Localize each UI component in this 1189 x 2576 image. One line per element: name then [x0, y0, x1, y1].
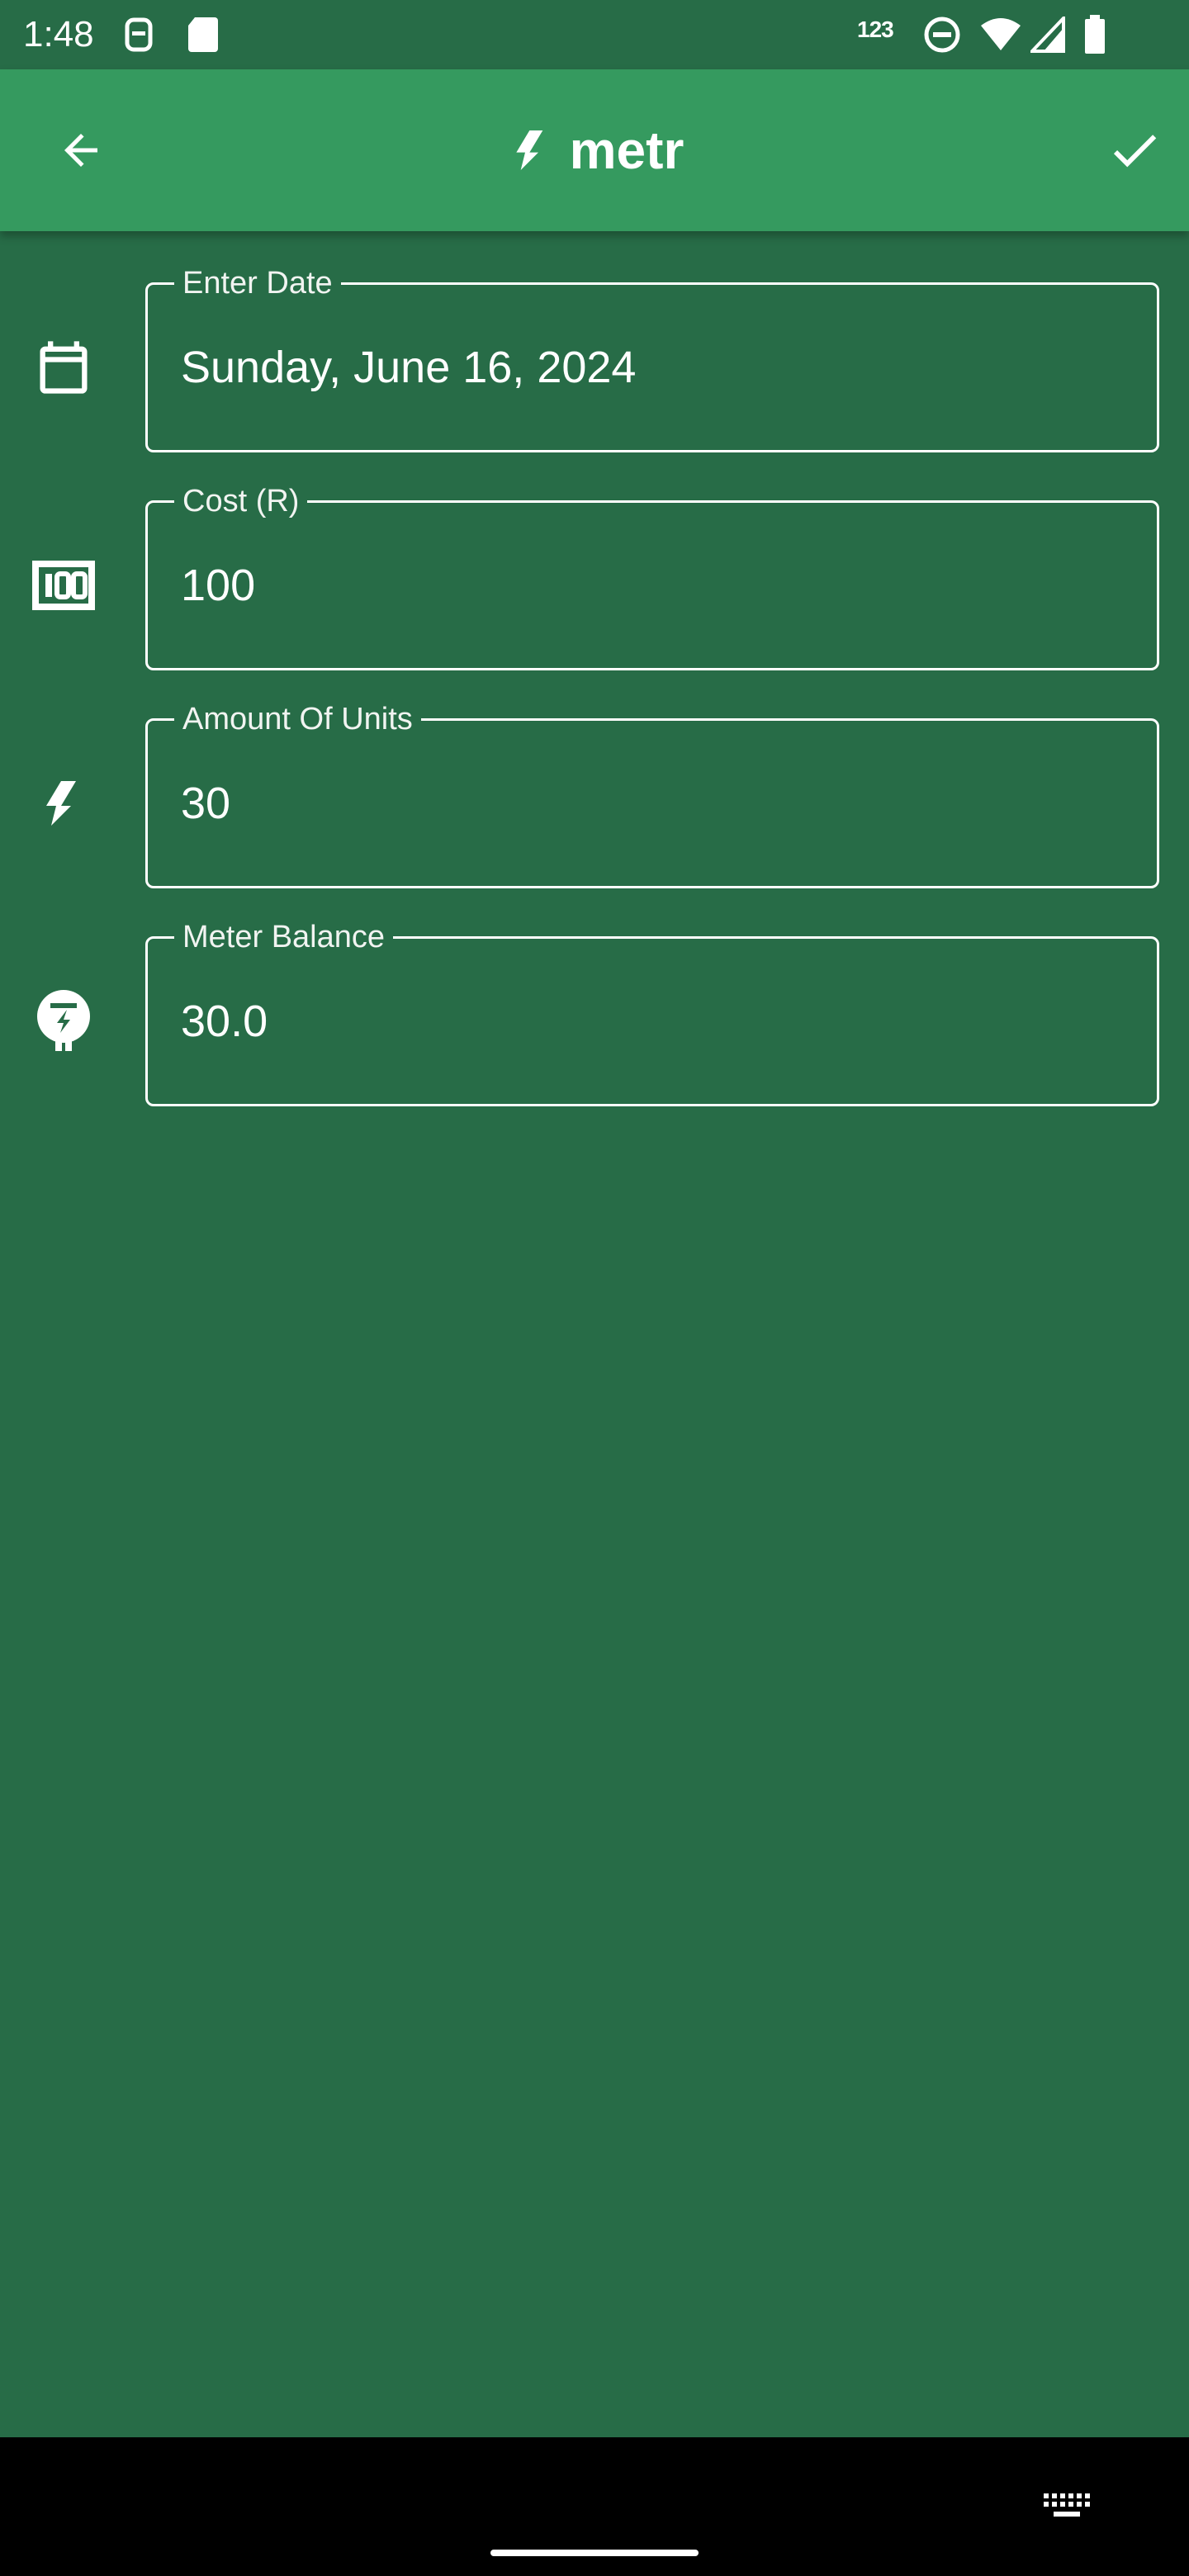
cost-field[interactable]: Cost (R) 100	[145, 483, 1159, 670]
balance-row: Meter Balance 30.0	[0, 919, 1189, 1106]
cost-row: Cost (R) 100	[0, 483, 1189, 670]
balance-field[interactable]: Meter Balance 30.0	[145, 919, 1159, 1106]
wifi-icon	[979, 13, 1022, 56]
money-icon	[30, 552, 97, 619]
date-field-value[interactable]: Sunday, June 16, 2024	[181, 285, 1124, 450]
meter-icon	[30, 987, 97, 1055]
signal-icon	[1030, 13, 1065, 56]
date-row: Enter Date Sunday, June 16, 2024	[0, 265, 1189, 452]
sd-card-icon	[187, 13, 220, 56]
units-field[interactable]: Amount Of Units 30	[145, 701, 1159, 888]
app-title-text: metr	[569, 121, 685, 180]
do-not-disturb-icon	[923, 13, 961, 56]
home-indicator[interactable]	[490, 2550, 699, 2556]
units-row: Amount Of Units 30	[0, 701, 1189, 888]
app-bar: metr	[0, 69, 1189, 231]
network-type-label: 123	[857, 17, 894, 42]
status-bar: 1:48 123	[0, 0, 1189, 69]
units-field-value[interactable]: 30	[181, 721, 1124, 886]
system-nav-bar	[0, 2437, 1189, 2576]
date-field[interactable]: Enter Date Sunday, June 16, 2024	[145, 265, 1159, 452]
cost-field-value[interactable]: 100	[181, 503, 1124, 668]
balance-field-value[interactable]: 30.0	[181, 939, 1124, 1104]
save-button[interactable]	[1093, 109, 1176, 192]
app-title: metr	[0, 109, 1189, 192]
check-icon	[1113, 135, 1157, 168]
status-time: 1:48	[23, 14, 94, 54]
face-unlock-icon	[122, 13, 155, 56]
bolt-icon	[515, 130, 542, 170]
calendar-icon	[30, 334, 97, 401]
bolt-icon	[30, 769, 97, 837]
battery-icon	[1083, 13, 1106, 56]
keyboard-icon[interactable]	[1042, 2492, 1092, 2525]
